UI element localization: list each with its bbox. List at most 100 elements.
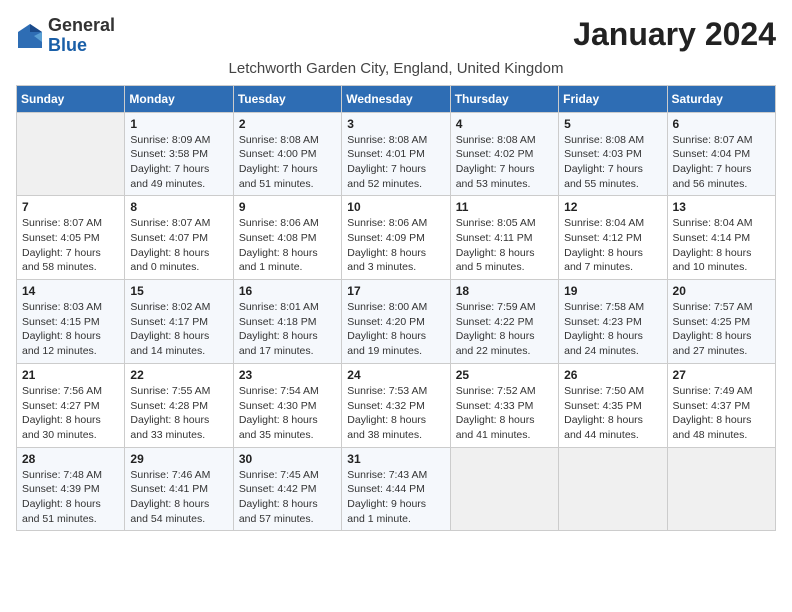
day-number: 30: [239, 452, 336, 466]
calendar-cell: 30 Sunrise: 7:45 AMSunset: 4:42 PMDayligh…: [233, 447, 341, 531]
day-info: Sunrise: 8:06 AMSunset: 4:09 PMDaylight:…: [347, 216, 444, 275]
calendar-cell: [17, 112, 125, 196]
day-number: 24: [347, 368, 444, 382]
day-number: 19: [564, 284, 661, 298]
calendar-cell: 23 Sunrise: 7:54 AMSunset: 4:30 PMDayligh…: [233, 363, 341, 447]
calendar-cell: 13Sunrise: 8:04 AMSunset: 4:14 PMDayligh…: [667, 196, 775, 280]
calendar-cell: 16Sunrise: 8:01 AMSunset: 4:18 PMDayligh…: [233, 280, 341, 364]
day-info: Sunrise: 8:07 AMSunset: 4:04 PMDaylight:…: [673, 133, 770, 192]
calendar-cell: 1 Sunrise: 8:09 AMSunset: 3:58 PMDaylight…: [125, 112, 233, 196]
column-header-thursday: Thursday: [450, 85, 558, 112]
month-title: January 2024: [573, 16, 776, 53]
day-number: 7: [22, 200, 119, 214]
day-number: 29: [130, 452, 227, 466]
calendar-cell: 27Sunrise: 7:49 AMSunset: 4:37 PMDayligh…: [667, 363, 775, 447]
day-info: Sunrise: 7:57 AMSunset: 4:25 PMDaylight:…: [673, 300, 770, 359]
day-info: Sunrise: 7:45 AMSunset: 4:42 PMDaylight:…: [239, 468, 336, 527]
logo-general-text: General: [48, 15, 115, 35]
day-number: 23: [239, 368, 336, 382]
day-number: 1: [130, 117, 227, 131]
column-header-monday: Monday: [125, 85, 233, 112]
logo-icon: [16, 22, 44, 50]
day-info: Sunrise: 8:05 AMSunset: 4:11 PMDaylight:…: [456, 216, 553, 275]
day-number: 15: [130, 284, 227, 298]
calendar-cell: 28 Sunrise: 7:48 AMSunset: 4:39 PMDayligh…: [17, 447, 125, 531]
column-header-tuesday: Tuesday: [233, 85, 341, 112]
day-info: Sunrise: 8:00 AMSunset: 4:20 PMDaylight:…: [347, 300, 444, 359]
day-info: Sunrise: 7:54 AMSunset: 4:30 PMDaylight:…: [239, 384, 336, 443]
calendar-cell: 17 Sunrise: 8:00 AMSunset: 4:20 PMDayligh…: [342, 280, 450, 364]
calendar-cell: 9Sunrise: 8:06 AMSunset: 4:08 PMDaylight…: [233, 196, 341, 280]
day-number: 17: [347, 284, 444, 298]
day-info: Sunrise: 7:58 AMSunset: 4:23 PMDaylight:…: [564, 300, 661, 359]
calendar-cell: [450, 447, 558, 531]
day-info: Sunrise: 8:04 AMSunset: 4:14 PMDaylight:…: [673, 216, 770, 275]
day-info: Sunrise: 8:08 AMSunset: 4:01 PMDaylight:…: [347, 133, 444, 192]
calendar-week-row: 7 Sunrise: 8:07 AMSunset: 4:05 PMDaylight…: [17, 196, 776, 280]
day-number: 4: [456, 117, 553, 131]
day-number: 2: [239, 117, 336, 131]
calendar-cell: 24Sunrise: 7:53 AMSunset: 4:32 PMDayligh…: [342, 363, 450, 447]
day-info: Sunrise: 7:48 AMSunset: 4:39 PMDaylight:…: [22, 468, 119, 527]
day-number: 20: [673, 284, 770, 298]
calendar-cell: 25 Sunrise: 7:52 AMSunset: 4:33 PMDayligh…: [450, 363, 558, 447]
day-number: 6: [673, 117, 770, 131]
day-number: 18: [456, 284, 553, 298]
calendar-cell: 18 Sunrise: 7:59 AMSunset: 4:22 PMDayligh…: [450, 280, 558, 364]
page-header: General Blue January 2024: [16, 16, 776, 56]
calendar-cell: 4 Sunrise: 8:08 AMSunset: 4:02 PMDaylight…: [450, 112, 558, 196]
calendar-cell: 12Sunrise: 8:04 AMSunset: 4:12 PMDayligh…: [559, 196, 667, 280]
calendar-cell: 15 Sunrise: 8:02 AMSunset: 4:17 PMDayligh…: [125, 280, 233, 364]
day-info: Sunrise: 8:01 AMSunset: 4:18 PMDaylight:…: [239, 300, 336, 359]
day-number: 21: [22, 368, 119, 382]
calendar-cell: 11 Sunrise: 8:05 AMSunset: 4:11 PMDayligh…: [450, 196, 558, 280]
calendar-cell: 20 Sunrise: 7:57 AMSunset: 4:25 PMDayligh…: [667, 280, 775, 364]
calendar-cell: 19 Sunrise: 7:58 AMSunset: 4:23 PMDayligh…: [559, 280, 667, 364]
calendar-cell: 2 Sunrise: 8:08 AMSunset: 4:00 PMDaylight…: [233, 112, 341, 196]
calendar-week-row: 1 Sunrise: 8:09 AMSunset: 3:58 PMDaylight…: [17, 112, 776, 196]
day-number: 11: [456, 200, 553, 214]
calendar-cell: [559, 447, 667, 531]
calendar-header-row: SundayMondayTuesdayWednesdayThursdayFrid…: [17, 85, 776, 112]
day-number: 8: [130, 200, 227, 214]
calendar-cell: 22Sunrise: 7:55 AMSunset: 4:28 PMDayligh…: [125, 363, 233, 447]
calendar-cell: 21 Sunrise: 7:56 AMSunset: 4:27 PMDayligh…: [17, 363, 125, 447]
column-header-wednesday: Wednesday: [342, 85, 450, 112]
day-info: Sunrise: 7:56 AMSunset: 4:27 PMDaylight:…: [22, 384, 119, 443]
calendar-cell: 29 Sunrise: 7:46 AMSunset: 4:41 PMDayligh…: [125, 447, 233, 531]
calendar-cell: 31 Sunrise: 7:43 AMSunset: 4:44 PMDayligh…: [342, 447, 450, 531]
column-header-friday: Friday: [559, 85, 667, 112]
column-header-saturday: Saturday: [667, 85, 775, 112]
day-number: 28: [22, 452, 119, 466]
day-info: Sunrise: 7:43 AMSunset: 4:44 PMDaylight:…: [347, 468, 444, 527]
day-number: 22: [130, 368, 227, 382]
day-number: 3: [347, 117, 444, 131]
logo: General Blue: [16, 16, 115, 56]
calendar-week-row: 14Sunrise: 8:03 AMSunset: 4:15 PMDayligh…: [17, 280, 776, 364]
day-info: Sunrise: 8:08 AMSunset: 4:03 PMDaylight:…: [564, 133, 661, 192]
day-number: 26: [564, 368, 661, 382]
day-number: 10: [347, 200, 444, 214]
column-header-sunday: Sunday: [17, 85, 125, 112]
day-info: Sunrise: 7:50 AMSunset: 4:35 PMDaylight:…: [564, 384, 661, 443]
logo-blue-text: Blue: [48, 35, 87, 55]
day-info: Sunrise: 8:08 AMSunset: 4:02 PMDaylight:…: [456, 133, 553, 192]
day-info: Sunrise: 8:07 AMSunset: 4:05 PMDaylight:…: [22, 216, 119, 275]
calendar-cell: 26 Sunrise: 7:50 AMSunset: 4:35 PMDayligh…: [559, 363, 667, 447]
day-number: 31: [347, 452, 444, 466]
day-number: 5: [564, 117, 661, 131]
day-info: Sunrise: 8:02 AMSunset: 4:17 PMDaylight:…: [130, 300, 227, 359]
day-info: Sunrise: 7:46 AMSunset: 4:41 PMDaylight:…: [130, 468, 227, 527]
calendar-cell: 8 Sunrise: 8:07 AMSunset: 4:07 PMDaylight…: [125, 196, 233, 280]
day-info: Sunrise: 8:03 AMSunset: 4:15 PMDaylight:…: [22, 300, 119, 359]
day-info: Sunrise: 8:07 AMSunset: 4:07 PMDaylight:…: [130, 216, 227, 275]
calendar-cell: 10 Sunrise: 8:06 AMSunset: 4:09 PMDayligh…: [342, 196, 450, 280]
day-number: 12: [564, 200, 661, 214]
day-info: Sunrise: 7:52 AMSunset: 4:33 PMDaylight:…: [456, 384, 553, 443]
day-info: Sunrise: 7:59 AMSunset: 4:22 PMDaylight:…: [456, 300, 553, 359]
day-info: Sunrise: 7:49 AMSunset: 4:37 PMDaylight:…: [673, 384, 770, 443]
day-info: Sunrise: 8:08 AMSunset: 4:00 PMDaylight:…: [239, 133, 336, 192]
day-info: Sunrise: 8:09 AMSunset: 3:58 PMDaylight:…: [130, 133, 227, 192]
calendar-cell: 7 Sunrise: 8:07 AMSunset: 4:05 PMDaylight…: [17, 196, 125, 280]
day-number: 25: [456, 368, 553, 382]
